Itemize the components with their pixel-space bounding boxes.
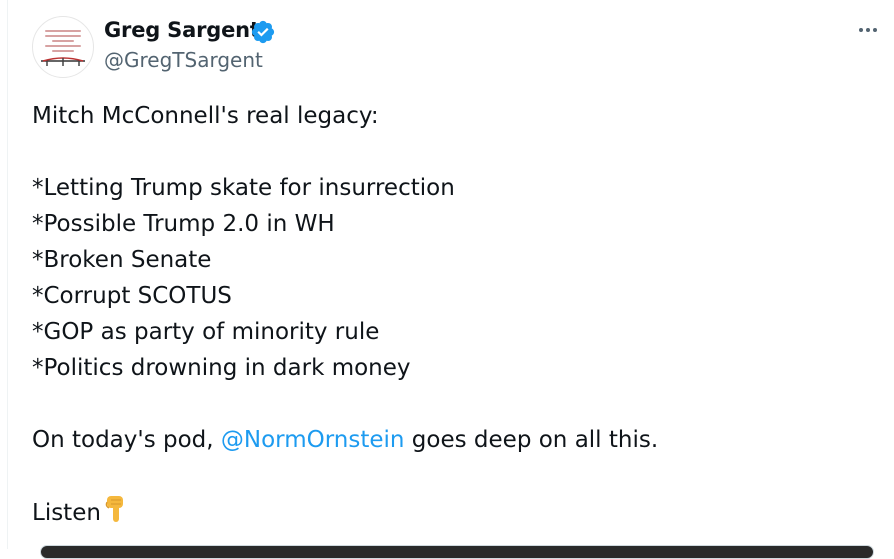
- bullet-item: *Politics drowning in dark money: [32, 355, 411, 381]
- listen-line: Listen: [32, 494, 872, 530]
- author-handle[interactable]: @GregTSargent: [104, 48, 263, 72]
- mention-link[interactable]: @NormOrnstein: [221, 427, 405, 453]
- bullet-item: *Possible Trump 2.0 in WH: [32, 211, 335, 237]
- bullet-item: *GOP as party of minority rule: [32, 319, 380, 345]
- tweet-intro: Mitch McConnell's real legacy:: [32, 103, 379, 129]
- pod-line: On today's pod, @NormOrnstein goes deep …: [32, 422, 872, 458]
- bridge-icon: [41, 57, 85, 66]
- timeline-border: [7, 0, 8, 549]
- book-cover-avatar-icon: [45, 27, 81, 55]
- bullet-item: *Letting Trump skate for insurrection: [32, 175, 455, 201]
- author-name[interactable]: Greg Sargent: [104, 18, 260, 42]
- verified-badge-icon[interactable]: [250, 19, 276, 45]
- bullet-item: *Corrupt SCOTUS: [32, 283, 232, 309]
- more-options-icon[interactable]: [854, 20, 882, 40]
- bullet-item: *Broken Senate: [32, 247, 212, 273]
- pointing-down-icon: [105, 496, 123, 522]
- pod-prefix: On today's pod,: [32, 427, 221, 453]
- media-preview[interactable]: [40, 545, 874, 559]
- listen-text: Listen: [32, 500, 101, 526]
- avatar[interactable]: [32, 16, 94, 78]
- tweet-text: Mitch McConnell's real legacy: *Letting …: [32, 98, 872, 530]
- pod-suffix: goes deep on all this.: [404, 427, 659, 453]
